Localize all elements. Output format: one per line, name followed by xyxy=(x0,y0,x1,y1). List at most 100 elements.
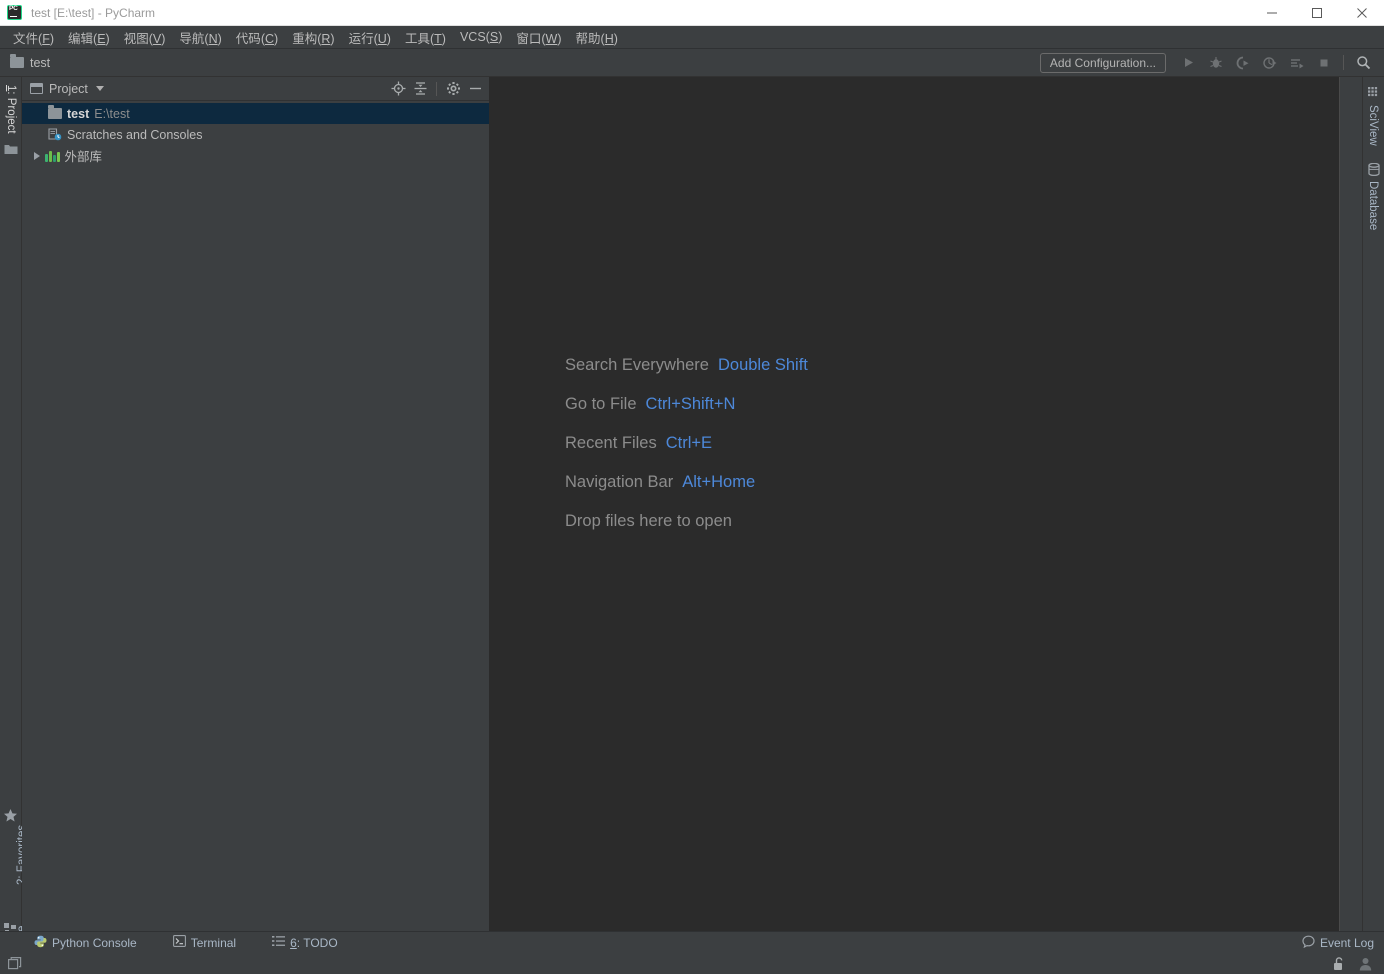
sidebar-item-database[interactable]: Database xyxy=(1367,181,1379,230)
search-icon[interactable] xyxy=(1351,51,1376,75)
hint-label: Go to File xyxy=(565,395,637,413)
lock-unlocked-icon[interactable] xyxy=(1332,956,1345,971)
project-panel-title: Project xyxy=(49,81,88,96)
debug-icon[interactable] xyxy=(1203,51,1228,75)
pycharm-logo-bar xyxy=(10,15,17,17)
event-log-button[interactable]: Event Log xyxy=(1292,935,1384,951)
hint-label: Drop files here to open xyxy=(565,512,732,530)
title-bar: PC test [E:\test] - PyCharm xyxy=(0,0,1384,26)
panel-toolbar-divider xyxy=(436,81,437,96)
right-tool-stripe: SciView Database xyxy=(1362,77,1384,931)
menu-navigate[interactable]: 导航(N) xyxy=(172,26,228,49)
bottom-tab-python-console[interactable]: Python Console xyxy=(24,935,147,951)
hint-shortcut: Double Shift xyxy=(717,356,808,374)
menu-code[interactable]: 代码(C) xyxy=(229,26,285,49)
run-with-console-icon[interactable] xyxy=(1284,51,1309,75)
chevron-down-icon[interactable] xyxy=(95,86,104,91)
project-panel-toolbar xyxy=(388,79,485,99)
sidebar-item-sciview[interactable]: SciView xyxy=(1367,105,1379,146)
star-icon xyxy=(3,808,18,823)
bottom-tab-label: 6: TODO xyxy=(290,935,338,950)
tree-node-name: 外部库 xyxy=(64,150,103,164)
window-controls xyxy=(1249,0,1384,26)
run-toolbar: Add Configuration... xyxy=(1039,51,1384,75)
tree-node-scratches[interactable]: Scratches and Consoles xyxy=(22,124,489,145)
menu-help[interactable]: 帮助(H) xyxy=(569,26,625,49)
menu-vcs[interactable]: VCS(S) xyxy=(453,28,509,46)
project-panel-header: Project xyxy=(22,77,489,101)
tree-node-test[interactable]: test E:\test xyxy=(22,103,489,124)
bottom-bar-right: Event Log xyxy=(1292,935,1384,951)
breadcrumb[interactable]: test xyxy=(10,54,50,70)
project-folder-icon xyxy=(4,143,18,155)
hint-recent-files: Recent Files Ctrl+E xyxy=(565,434,808,453)
project-tree: test E:\test Scratches and Consoles 外部库 xyxy=(22,101,489,166)
pycharm-window: PC test [E:\test] - PyCharm 文件(F) 编辑(E) … xyxy=(0,0,1384,974)
status-bar-left xyxy=(0,956,23,971)
tab-label-project: 1: Project xyxy=(5,85,17,134)
menu-run[interactable]: 运行(U) xyxy=(342,26,398,49)
hint-search-everywhere: Search Everywhere Double Shift xyxy=(565,356,808,375)
hint-label: Navigation Bar xyxy=(565,473,674,491)
menu-edit[interactable]: 编辑(E) xyxy=(61,26,117,49)
add-configuration-button[interactable]: Add Configuration... xyxy=(1039,52,1166,73)
project-panel-title-group[interactable]: Project xyxy=(30,82,104,96)
bottom-tool-bar: Python Console Terminal 6: TODO Event Lo… xyxy=(0,931,1384,953)
todo-list-icon xyxy=(272,935,286,950)
run-coverage-icon[interactable] xyxy=(1230,51,1255,75)
bottom-tab-label: Terminal xyxy=(190,935,237,950)
collapse-all-icon[interactable] xyxy=(410,79,430,99)
bottom-tab-terminal[interactable]: Terminal xyxy=(163,935,246,950)
menu-refactor[interactable]: 重构(R) xyxy=(285,26,341,49)
toggle-layout-icon[interactable] xyxy=(8,956,23,971)
external-libraries-icon xyxy=(45,150,60,162)
menu-view[interactable]: 视图(V) xyxy=(117,26,173,49)
bottom-tab-todo[interactable]: 6: TODO xyxy=(262,935,348,950)
database-icon xyxy=(1368,163,1380,176)
user-icon[interactable] xyxy=(1359,957,1372,971)
toolbar-divider xyxy=(1343,55,1344,70)
tree-node-external-libraries[interactable]: 外部库 xyxy=(22,145,489,166)
terminal-icon xyxy=(172,935,186,950)
folder-icon xyxy=(10,54,24,68)
event-log-icon xyxy=(1302,935,1315,951)
editor-area[interactable]: Search Everywhere Double Shift Go to Fil… xyxy=(490,77,1340,931)
pycharm-logo-text: PC xyxy=(9,5,18,12)
maximize-button[interactable] xyxy=(1294,0,1339,26)
minimize-button[interactable] xyxy=(1249,0,1294,26)
hint-shortcut: Alt+Home xyxy=(682,473,756,491)
settings-gear-icon[interactable] xyxy=(443,79,463,99)
hide-panel-icon[interactable] xyxy=(465,79,485,99)
status-bar-right xyxy=(1332,956,1384,971)
bottom-tab-label: Python Console xyxy=(52,935,137,950)
stop-icon[interactable] xyxy=(1311,51,1336,75)
hint-label: Search Everywhere xyxy=(565,356,709,374)
python-icon xyxy=(34,935,47,951)
tree-node-name: test xyxy=(67,106,90,121)
sidebar-item-project[interactable]: 1: Project xyxy=(5,85,17,134)
pycharm-logo-icon: PC xyxy=(7,5,22,20)
hint-label: Recent Files xyxy=(565,434,657,452)
hint-shortcut: Ctrl+E xyxy=(665,434,713,452)
hint-go-to-file: Go to File Ctrl+Shift+N xyxy=(565,395,808,414)
tree-node-name: Scratches and Consoles xyxy=(67,127,203,142)
close-button[interactable] xyxy=(1339,0,1384,26)
sciview-grid-icon xyxy=(1368,87,1380,99)
profile-icon[interactable] xyxy=(1257,51,1282,75)
chevron-right-icon[interactable] xyxy=(34,151,40,160)
event-log-label: Event Log xyxy=(1319,935,1374,950)
hint-shortcut: Ctrl+Shift+N xyxy=(645,395,736,413)
menu-window[interactable]: 窗口(W) xyxy=(509,26,568,49)
locate-target-icon[interactable] xyxy=(388,79,408,99)
run-icon[interactable] xyxy=(1176,51,1201,75)
hint-navigation-bar: Navigation Bar Alt+Home xyxy=(565,473,808,492)
hint-drop-files: Drop files here to open xyxy=(565,512,808,531)
status-bar xyxy=(0,953,1384,974)
menu-file[interactable]: 文件(F) xyxy=(6,26,61,49)
menu-tools[interactable]: 工具(T) xyxy=(398,26,453,49)
menu-bar: 文件(F) 编辑(E) 视图(V) 导航(N) 代码(C) 重构(R) 运行(U… xyxy=(0,26,1384,49)
left-tool-stripe: 1: Project 2: Favorites 7: Structure xyxy=(0,77,28,974)
tab-label-database: Database xyxy=(1367,181,1379,231)
tree-node-path: E:\test xyxy=(94,106,130,121)
project-tool-window: Project test E:\test Scratches and Conso… xyxy=(22,77,490,931)
